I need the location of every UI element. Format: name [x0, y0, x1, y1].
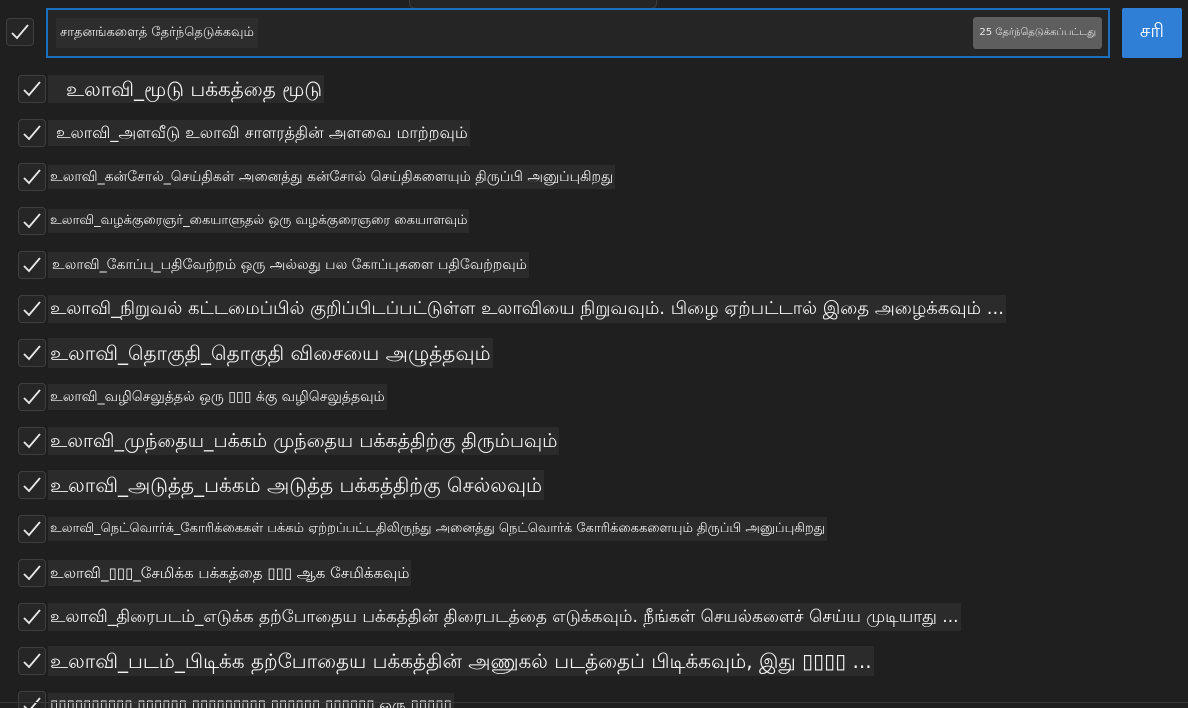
tool-name: உலாவி_நெட்வொர்க்_கோரிக்கைகள் — [50, 521, 264, 536]
tool-description: ஒரு வழக்குரைஞரை கையாளவும் — [268, 213, 468, 228]
checkmark-icon — [23, 477, 41, 493]
tool-row[interactable]: உலாவி_கோப்பு_பதிவேற்றம் ஒரு அல்லது பல கோ… — [0, 243, 1188, 287]
checkmark-icon — [23, 433, 41, 449]
tool-row[interactable]: உலாவி_அடுத்த_பக்கம் அடுத்த பக்கத்திற்கு … — [0, 463, 1188, 507]
tool-label: உலாவி_அளவீடு உலாவி சாளரத்தின் அளவை மாற்ற… — [48, 120, 470, 146]
checkmark-icon — [11, 24, 29, 40]
tool-checkbox[interactable] — [18, 119, 46, 147]
tool-checkbox[interactable] — [18, 471, 46, 499]
tool-checkbox[interactable] — [18, 75, 46, 103]
tool-name: உலாவி_அடுத்த_பக்கம் — [50, 473, 261, 497]
tool-name: உலாவி_முந்தைய_பக்கம் — [50, 430, 268, 452]
tool-label: உலாவி_மூடு பக்கத்தை மூடு — [48, 75, 325, 103]
tool-checkbox[interactable] — [18, 339, 46, 367]
tool-label: உலாவி_கோப்பு_பதிவேற்றம் ஒரு அல்லது பல கோ… — [48, 252, 529, 278]
tool-name: உலாவி_வழிசெலுத்தல் — [50, 389, 195, 405]
tool-description: ஒரு ▯▯▯ க்கு வழிசெலுத்தவும் — [199, 389, 385, 405]
tool-label: உலாவி_கன்சோல்_செய்திகள் அனைத்து கன்சோல் … — [48, 165, 616, 189]
tool-label: உலாவி_நிறுவல் கட்டமைப்பில் குறிப்பிடப்பட… — [48, 295, 1006, 323]
tool-name: உலாவி_கோப்பு_பதிவேற்றம் — [52, 257, 237, 273]
search-box[interactable]: சாதனங்களைத் தேர்ந்தெடுக்கவும் 25 தேர்ந்த… — [46, 8, 1110, 58]
tool-description: பக்கத்தை ▯▯▯ ஆக சேமிக்கவும் — [198, 564, 410, 582]
list-bottom-edge — [0, 702, 1188, 708]
checkmark-icon — [23, 169, 41, 185]
tool-description: முந்தைய பக்கத்திற்கு திரும்பவும் — [273, 430, 558, 452]
tool-checkbox[interactable] — [18, 295, 46, 323]
tool-description: கட்டமைப்பில் குறிப்பிடப்பட்டுள்ள உலாவியை… — [188, 298, 1004, 319]
tool-label: உலாவி_தொகுதி_தொகுதி விசையை அழுத்தவும் — [48, 338, 493, 368]
tool-label: உலாவி_நெட்வொர்க்_கோரிக்கைகள் பக்கம் ஏற்ற… — [48, 517, 828, 541]
tool-checkbox[interactable] — [18, 251, 46, 279]
tool-checkbox[interactable] — [18, 207, 46, 235]
tool-name: உலாவி_அளவீடு — [56, 123, 181, 142]
tool-row[interactable]: உலாவி_நிறுவல் கட்டமைப்பில் குறிப்பிடப்பட… — [0, 287, 1188, 331]
checkmark-icon — [23, 565, 41, 581]
tool-row[interactable]: உலாவி_தொகுதி_தொகுதி விசையை அழுத்தவும் — [0, 331, 1188, 375]
checkmark-icon — [23, 389, 41, 405]
tool-label: உலாவி_படம்_பிடிக்க தற்போதைய பக்கத்தின் அ… — [48, 646, 874, 676]
checkmark-icon — [23, 81, 41, 97]
tool-row[interactable]: உலாவி_வழிசெலுத்தல் ஒரு ▯▯▯ க்கு வழிசெலுத… — [0, 375, 1188, 419]
tool-description: தற்போதைய பக்கத்தின் அணுகல் படத்தைப் பிடி… — [250, 649, 872, 673]
checkmark-icon — [23, 213, 41, 229]
tool-description: தற்போதைய பக்கத்தின் திரைபடத்தை எடுக்கவும… — [259, 607, 959, 627]
tool-checkbox[interactable] — [18, 559, 46, 587]
select-all-checkbox[interactable] — [6, 18, 34, 46]
tool-checkbox[interactable] — [18, 163, 46, 191]
tool-description: விசையை அழுத்தவும் — [290, 341, 491, 365]
tool-row[interactable]: உலாவி_முந்தைய_பக்கம் முந்தைய பக்கத்திற்க… — [0, 419, 1188, 463]
checkmark-icon — [23, 521, 41, 537]
tool-name: உலாவி_▯▯▯_சேமிக்க — [50, 564, 194, 582]
tool-name: உலாவி_மூடு — [66, 77, 184, 101]
tool-checkbox[interactable] — [18, 515, 46, 543]
tool-checkbox[interactable] — [18, 603, 46, 631]
tool-label: உலாவி_முந்தைய_பக்கம் முந்தைய பக்கத்திற்க… — [48, 427, 560, 455]
tool-description: பக்கம் ஏற்றப்பட்டதிலிருந்து அனைத்து நெட்… — [267, 521, 826, 536]
tool-name: உலாவி_நிறுவல் — [50, 298, 183, 319]
tool-row[interactable]: உலாவி_திரைபடம்_எடுக்க தற்போதைய பக்கத்தின… — [0, 595, 1188, 639]
checkmark-icon — [23, 653, 41, 669]
tool-description: ஒரு அல்லது பல கோப்புகளை பதிவேற்றவும் — [240, 257, 527, 273]
tool-name: உலாவி_வழக்குரைஞர்_கையாளுதல் — [50, 213, 265, 228]
tool-row[interactable]: உலாவி_அளவீடு உலாவி சாளரத்தின் அளவை மாற்ற… — [0, 111, 1188, 155]
tool-name: உலாவி_தொகுதி_தொகுதி — [50, 341, 285, 365]
tool-row[interactable]: உலாவி_வழக்குரைஞர்_கையாளுதல் ஒரு வழக்குரை… — [0, 199, 1188, 243]
tool-checkbox[interactable] — [18, 383, 46, 411]
tool-label: உலாவி_▯▯▯_சேமிக்க பக்கத்தை ▯▯▯ ஆக சேமிக்… — [48, 560, 412, 586]
tool-checkbox[interactable] — [18, 427, 46, 455]
tool-name: உலாவி_திரைபடம்_எடுக்க — [50, 607, 254, 627]
tool-name: உலாவி_படம்_பிடிக்க — [50, 649, 245, 673]
tool-label: உலாவி_திரைபடம்_எடுக்க தற்போதைய பக்கத்தின… — [48, 603, 961, 631]
selected-count-badge: 25 தேர்ந்தெடுக்கப்பட்டது — [973, 17, 1102, 49]
ok-button[interactable]: சரி — [1122, 8, 1182, 58]
tool-row[interactable]: உலாவி_கன்சோல்_செய்திகள் அனைத்து கன்சோல் … — [0, 155, 1188, 199]
tool-description: அனைத்து கன்சோல் செய்திகளையும் திருப்பி அ… — [238, 169, 614, 185]
tool-row[interactable]: உலாவி_நெட்வொர்க்_கோரிக்கைகள் பக்கம் ஏற்ற… — [0, 507, 1188, 551]
search-input[interactable]: சாதனங்களைத் தேர்ந்தெடுக்கவும் — [56, 18, 258, 48]
checkmark-icon — [23, 609, 41, 625]
checkmark-icon — [23, 301, 41, 317]
tool-description: பக்கத்தை மூடு — [190, 77, 323, 101]
tool-description: அடுத்த பக்கத்திற்கு செல்லவும் — [267, 473, 543, 497]
tool-label: உலாவி_வழிசெலுத்தல் ஒரு ▯▯▯ க்கு வழிசெலுத… — [48, 384, 387, 410]
checkmark-icon — [23, 345, 41, 361]
tool-picker-window: சாதனங்களைத் தேர்ந்தெடுக்கவும் 25 தேர்ந்த… — [0, 0, 1188, 708]
tool-label: உலாவி_வழக்குரைஞர்_கையாளுதல் ஒரு வழக்குரை… — [48, 209, 470, 233]
tool-checkbox[interactable] — [18, 647, 46, 675]
tool-description: உலாவி சாளரத்தின் அளவை மாற்றவும் — [185, 123, 468, 142]
tool-row[interactable]: உலாவி_▯▯▯_சேமிக்க பக்கத்தை ▯▯▯ ஆக சேமிக்… — [0, 551, 1188, 595]
checkmark-icon — [23, 125, 41, 141]
checkmark-icon — [23, 257, 41, 273]
tool-name: உலாவி_கன்சோல்_செய்திகள் — [50, 169, 235, 185]
tool-label: உலாவி_அடுத்த_பக்கம் அடுத்த பக்கத்திற்கு … — [48, 470, 545, 500]
tool-row[interactable]: உலாவி_படம்_பிடிக்க தற்போதைய பக்கத்தின் அ… — [0, 639, 1188, 683]
tool-row[interactable]: உலாவி_மூடு பக்கத்தை மூடு — [0, 67, 1188, 111]
